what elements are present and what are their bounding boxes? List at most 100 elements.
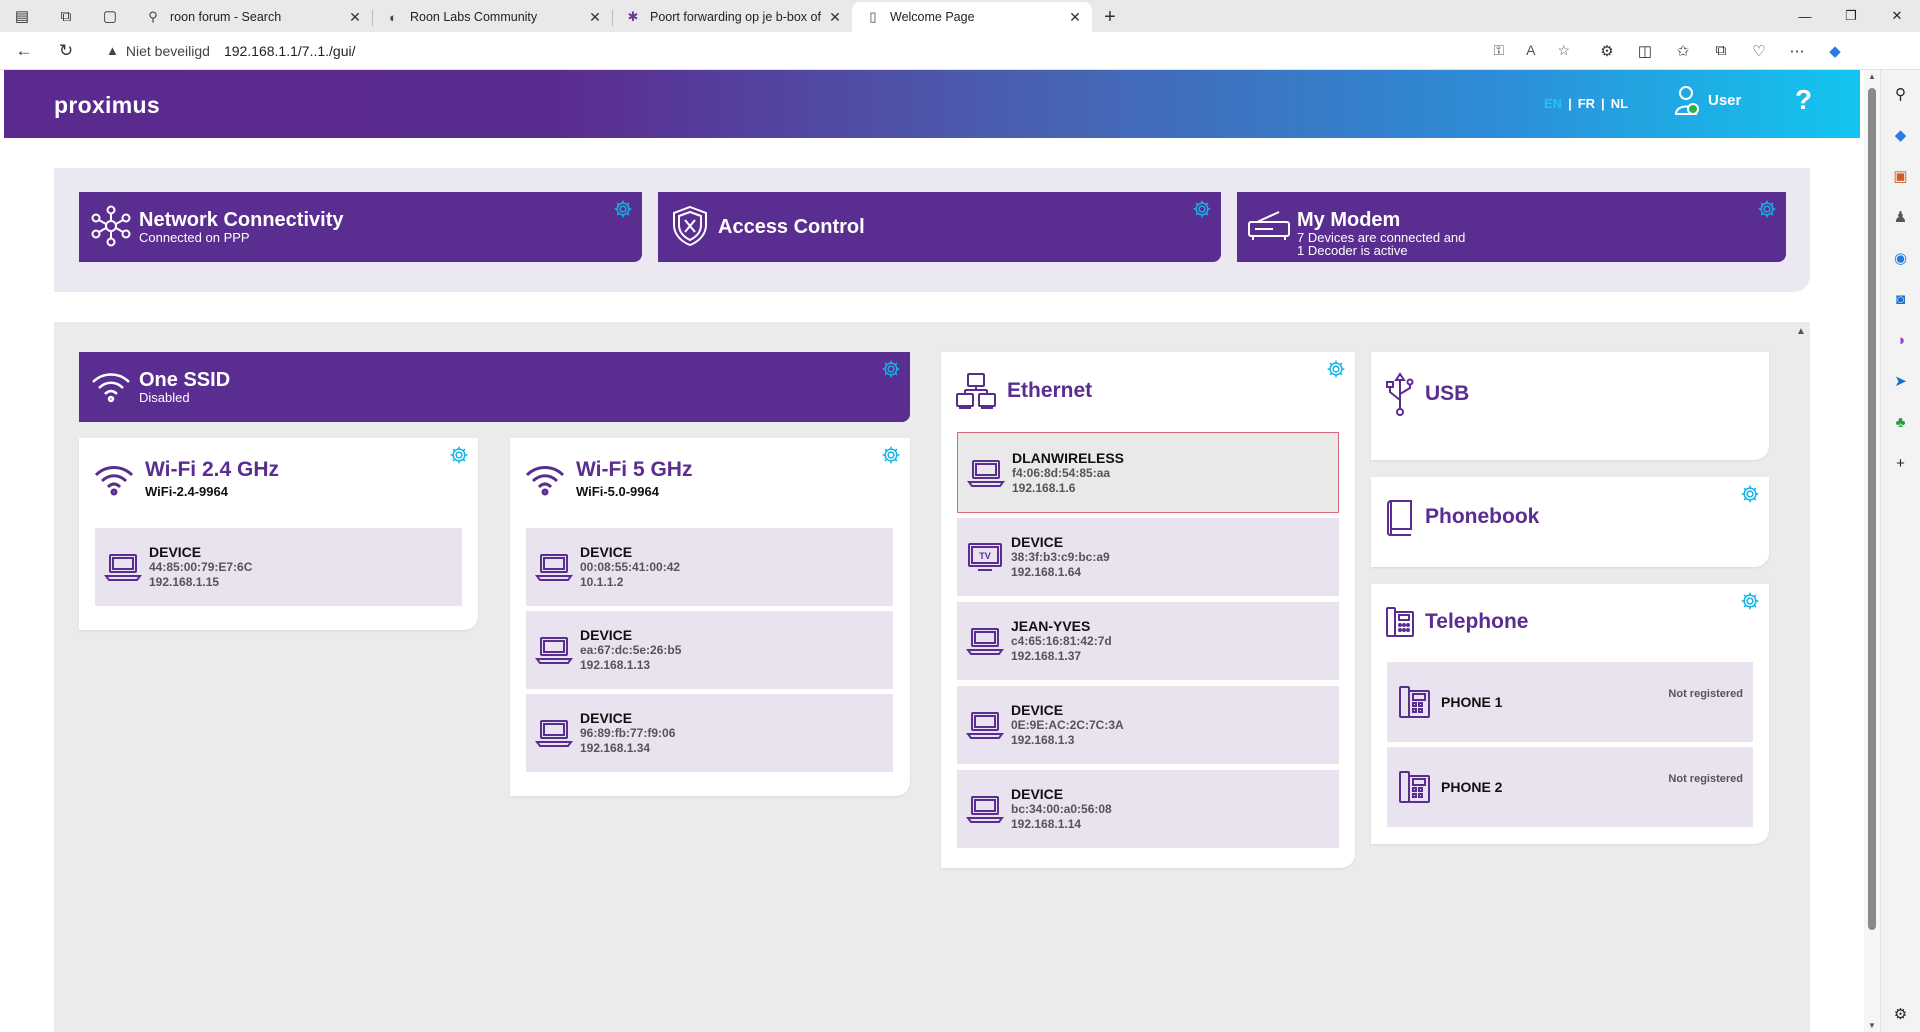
- settings-gear-icon[interactable]: [448, 444, 470, 466]
- favorite-star-icon[interactable]: ☆: [1557, 42, 1570, 59]
- scroll-up-icon[interactable]: ▲: [1864, 72, 1880, 81]
- close-icon[interactable]: ✕: [1066, 9, 1084, 26]
- tile-title: One SSID: [139, 369, 231, 391]
- new-tab-button[interactable]: +: [1092, 2, 1128, 32]
- tab-welcome-page[interactable]: ▯ Welcome Page ✕: [852, 2, 1092, 32]
- phone-row[interactable]: PHONE 1 Not registered: [1387, 662, 1753, 742]
- settings-icon[interactable]: ⚙: [1887, 1000, 1915, 1028]
- lang-nl[interactable]: NL: [1611, 96, 1628, 111]
- user-menu[interactable]: User: [1674, 84, 1741, 116]
- device-row-selected[interactable]: DLANWIRELESS f4:06:8d:54:85:aa 192.168.1…: [957, 432, 1339, 513]
- phone-row[interactable]: PHONE 2 Not registered: [1387, 747, 1753, 827]
- card-usb[interactable]: USB: [1371, 352, 1769, 460]
- card-wifi-24[interactable]: Wi-Fi 2.4 GHz WiFi-2.4-9964 DEVICE 44:85…: [79, 438, 478, 630]
- page-viewport: proximus EN | FR | NL User ? Network Con…: [0, 70, 1880, 1032]
- device-row[interactable]: DEVICE 44:85:00:79:E7:6C 192.168.1.15: [95, 528, 462, 606]
- tab-roon-forum-search[interactable]: ⚲ roon forum - Search ✕: [132, 2, 372, 32]
- settings-gear-icon[interactable]: [1739, 483, 1761, 505]
- url-field[interactable]: ▲ Niet beveiligd 192.168.1.1/7..1./gui/ …: [94, 35, 1584, 66]
- close-icon[interactable]: ✕: [346, 9, 364, 26]
- more-menu-icon[interactable]: ⋯: [1780, 36, 1814, 66]
- minimize-icon[interactable]: —: [1782, 0, 1828, 32]
- proximus-logo[interactable]: proximus: [54, 92, 160, 119]
- designer-icon[interactable]: ◑: [1887, 326, 1915, 354]
- laptop-icon: [534, 635, 574, 665]
- key-icon[interactable]: ⚿: [1493, 42, 1504, 59]
- tab-poort-forwarding[interactable]: ✱ Poort forwarding op je b-box of ✕: [612, 2, 852, 32]
- laptop-icon: [534, 718, 574, 748]
- send-icon[interactable]: ➤: [1887, 367, 1915, 395]
- tile-my-modem[interactable]: My Modem 7 Devices are connected and 1 D…: [1237, 192, 1786, 262]
- profile-icon[interactable]: ▤: [0, 0, 44, 32]
- scroll-down-icon[interactable]: ▼: [1864, 1021, 1880, 1030]
- warning-icon: ▲: [106, 43, 119, 58]
- copilot-icon[interactable]: ◆: [1818, 36, 1852, 66]
- close-window-icon[interactable]: ✕: [1874, 0, 1920, 32]
- scrollbar-thumb[interactable]: [1868, 88, 1876, 930]
- laptop-icon: [965, 794, 1005, 824]
- read-aloud-icon[interactable]: A: [1526, 42, 1535, 59]
- tab-actions-icon[interactable]: ▢: [88, 0, 132, 32]
- toolbox-icon[interactable]: ▣: [1887, 162, 1915, 190]
- summary-panel: Network Connectivity Connected on PPP Ac…: [54, 168, 1810, 292]
- registration-status: Not registered: [1668, 773, 1743, 785]
- shield-icon: [668, 204, 712, 248]
- favorites-icon[interactable]: ✩: [1666, 36, 1700, 66]
- settings-gear-icon[interactable]: [1191, 198, 1213, 220]
- scroll-up-arrow[interactable]: ▲: [1796, 326, 1806, 337]
- device-row[interactable]: JEAN-YVES c4:65:16:81:42:7d 192.168.1.37: [957, 602, 1339, 680]
- close-icon[interactable]: ✕: [586, 9, 604, 26]
- close-icon[interactable]: ✕: [826, 9, 844, 26]
- tile-access-control[interactable]: Access Control: [658, 192, 1221, 262]
- collections-icon[interactable]: ⧉: [1704, 36, 1738, 66]
- restore-icon[interactable]: ❐: [1828, 0, 1874, 32]
- device-row[interactable]: DEVICE bc:34:00:a0:56:08 192.168.1.14: [957, 770, 1339, 848]
- lang-en[interactable]: EN: [1544, 96, 1562, 111]
- device-row[interactable]: DEVICE 96:89:fb:77:f9:06 192.168.1.34: [526, 694, 893, 772]
- tile-network-connectivity[interactable]: Network Connectivity Connected on PPP: [79, 192, 642, 262]
- settings-gear-icon[interactable]: [1739, 590, 1761, 612]
- back-icon[interactable]: ←: [6, 35, 42, 67]
- tab-roon-labs-community[interactable]: ◐ Roon Labs Community ✕: [372, 2, 612, 32]
- add-icon[interactable]: +: [1887, 449, 1915, 477]
- search-icon[interactable]: ⚲: [1887, 80, 1915, 108]
- extensions-icon[interactable]: ⚙: [1590, 36, 1624, 66]
- lang-fr[interactable]: FR: [1578, 96, 1595, 111]
- page-scrollbar[interactable]: ▲ ▼: [1864, 70, 1880, 1032]
- user-label: User: [1708, 91, 1742, 109]
- tile-one-ssid[interactable]: One SSID Disabled: [79, 352, 910, 422]
- outlook-icon[interactable]: ◙: [1887, 285, 1915, 313]
- device-row[interactable]: TV DEVICE 38:3f:b3:c9:bc:a9 192.168.1.64: [957, 518, 1339, 596]
- tag-icon[interactable]: ◆: [1887, 121, 1915, 149]
- microsoft-365-icon[interactable]: ◉: [1887, 244, 1915, 272]
- workspaces-icon[interactable]: ⧉: [44, 0, 88, 32]
- help-icon[interactable]: ?: [1795, 84, 1812, 116]
- search-icon: ⚲: [148, 9, 158, 24]
- card-telephone[interactable]: Telephone PHONE 1 Not registered PHONE 2…: [1371, 584, 1769, 844]
- security-label[interactable]: Niet beveiligd: [126, 43, 210, 59]
- device-row[interactable]: DEVICE ea:67:dc:5e:26:b5 192.168.1.13: [526, 611, 893, 689]
- card-ethernet[interactable]: Ethernet DLANWIRELESS f4:06:8d:54:85:aa …: [941, 352, 1355, 868]
- refresh-icon[interactable]: ↻: [48, 35, 84, 67]
- network-icon: [89, 204, 133, 248]
- device-row[interactable]: DEVICE 0E:9E:AC:2C:7C:3A 192.168.1.3: [957, 686, 1339, 764]
- tile-subtitle: 7 Devices are connected and 1 Decoder is…: [1297, 230, 1466, 258]
- page-icon: ▯: [869, 9, 877, 24]
- settings-gear-icon[interactable]: [612, 198, 634, 220]
- card-wifi-5[interactable]: Wi-Fi 5 GHz WiFi-5.0-9964 DEVICE 00:08:5…: [510, 438, 910, 796]
- split-screen-icon[interactable]: ◫: [1628, 36, 1662, 66]
- card-title: Wi-Fi 2.4 GHz: [145, 458, 279, 481]
- card-title: USB: [1425, 382, 1470, 405]
- settings-gear-icon[interactable]: [1325, 358, 1347, 380]
- tree-icon[interactable]: ♣: [1887, 408, 1915, 436]
- url-text[interactable]: 192.168.1.1/7..1./gui/: [224, 43, 356, 59]
- browser-essentials-icon[interactable]: ♡: [1742, 36, 1776, 66]
- settings-gear-icon[interactable]: [880, 358, 902, 380]
- card-title: Telephone: [1425, 610, 1529, 633]
- settings-gear-icon[interactable]: [1756, 198, 1778, 220]
- tv-icon: TV: [965, 541, 1005, 573]
- device-row[interactable]: DEVICE 00:08:55:41:00:42 10.1.1.2: [526, 528, 893, 606]
- card-phonebook[interactable]: Phonebook: [1371, 477, 1769, 567]
- games-icon[interactable]: ♟: [1887, 203, 1915, 231]
- settings-gear-icon[interactable]: [880, 444, 902, 466]
